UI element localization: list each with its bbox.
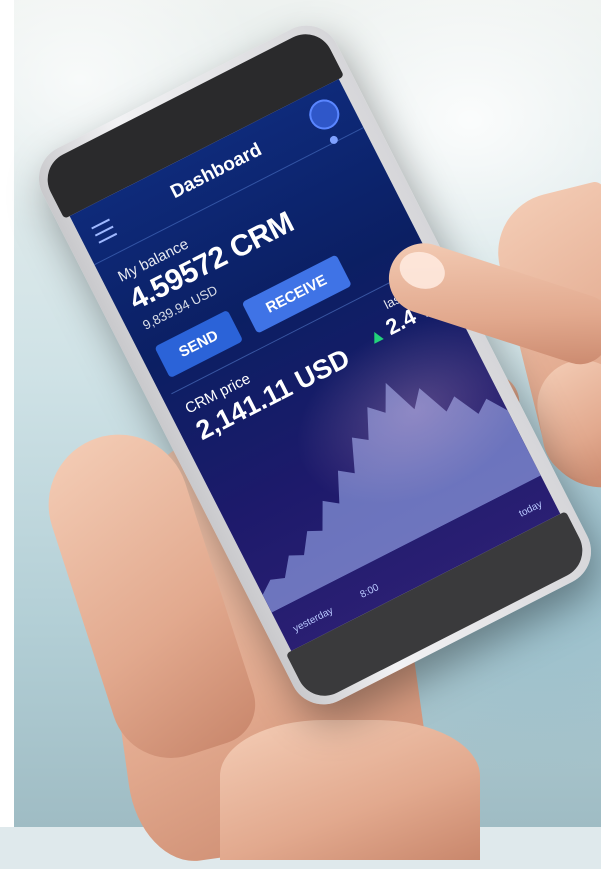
hamburger-menu-icon[interactable] (91, 218, 118, 244)
x-tick-label: 8:00 (358, 582, 381, 601)
left-edge-strip (0, 0, 14, 827)
profile-icon[interactable] (304, 94, 345, 135)
price-value: 2,141.11 USD (191, 342, 355, 446)
send-button[interactable]: SEND (154, 309, 243, 379)
receive-button[interactable]: RECEIVE (241, 254, 352, 334)
x-tick-label (404, 568, 409, 578)
left-wrist (220, 720, 480, 860)
balance-actions: SEND RECEIVE (136, 208, 432, 398)
x-tick-label (432, 553, 437, 563)
up-arrow-icon: ▲ (363, 323, 389, 349)
balance-value: 4.59572 CRM (123, 205, 299, 317)
balance-usd: 9,839.94 USD (140, 282, 220, 333)
x-tick-label: yesterday (291, 605, 336, 635)
x-tick-label: today (517, 498, 545, 520)
x-tick-label (489, 524, 494, 534)
fingernail (394, 246, 450, 295)
x-tick-label (461, 539, 466, 549)
section-divider (171, 265, 423, 395)
notification-dot-icon (328, 134, 340, 146)
price-label: CRM price (182, 370, 254, 418)
